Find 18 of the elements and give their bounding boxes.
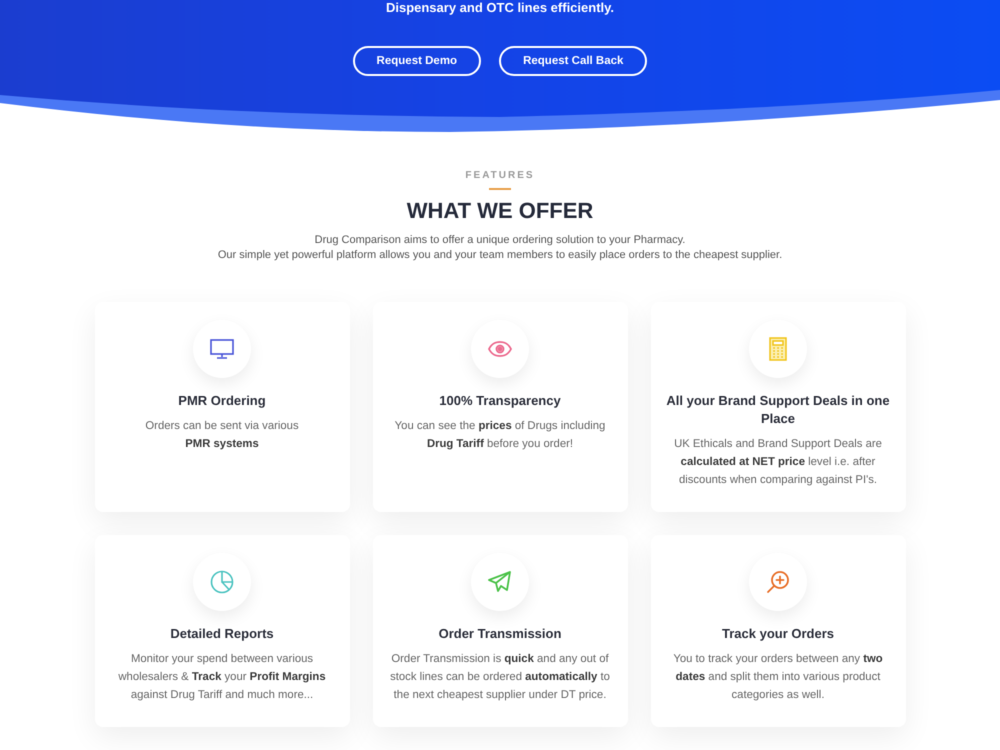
feature-title: PMR Ordering bbox=[178, 392, 266, 410]
feature-title: Detailed Reports bbox=[170, 624, 274, 642]
feature-title: Order Transmission bbox=[438, 624, 562, 642]
feature-description: Order Transmission is quick and any out of stock lines can be ordered automatically to the next cheapest supplier under DT price. bbox=[390, 652, 610, 702]
feature-description: Monitor your spend between various wholesalers & Track your Profit Margins against Drug Tariff and much more... bbox=[118, 652, 326, 702]
feature-description: UK Ethicals and Brand Support Deals are calculated at NET price level i.e. after discounts when comparing against PI's. bbox=[674, 436, 882, 488]
request-button[interactable]: Request Call Back bbox=[499, 46, 648, 76]
feature-title: Track your Orders bbox=[722, 624, 834, 642]
feature-title: 100% Transparency bbox=[439, 392, 561, 410]
feature-description: Orders can be sent via various PMR systems bbox=[145, 418, 299, 452]
hero-tagline: Dispensary and OTC lines efficiently. bbox=[386, 0, 614, 16]
feature-description: You to track your orders between any two dates and split them into various product categories as well. bbox=[673, 652, 883, 702]
section-heading: WHAT WE OFFER bbox=[406, 198, 594, 224]
request-button[interactable]: Request Demo bbox=[352, 46, 482, 76]
section-intro: Drug Comparison aims to offer a unique ordering solution to your Pharmacy. Our simple yet powerful platform allows you and your team members to easily place orders to the cheapest supplier. bbox=[218, 232, 782, 262]
feature-title: All your Brand Support Deals in one Place bbox=[666, 392, 890, 428]
feature-description: You can see the prices of Drugs including Drug Tariff before you order! bbox=[394, 418, 606, 452]
section-eyebrow: FEATURES bbox=[465, 170, 535, 182]
